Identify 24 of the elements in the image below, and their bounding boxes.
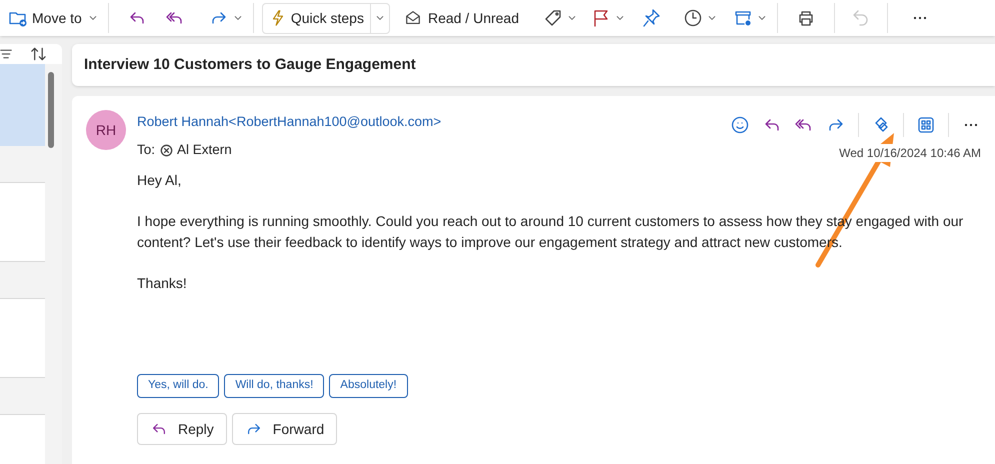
quick-steps-button[interactable]: Quick steps — [262, 2, 390, 34]
pin-icon[interactable] — [641, 8, 662, 28]
body-paragraph: Hey Al, — [137, 171, 182, 190]
sent-date: Wed 10/16/2024 10:46 AM — [839, 144, 981, 162]
smiley-icon[interactable] — [730, 115, 750, 135]
sender-link[interactable]: Robert Hannah<RobertHannah100@outlook.com> — [137, 112, 442, 132]
to-label: To: — [137, 141, 156, 160]
clock-icon[interactable] — [683, 8, 704, 28]
apps-icon[interactable] — [916, 115, 936, 135]
suggested-reply-button[interactable]: Yes, will do. — [137, 374, 220, 398]
move-to-button[interactable]: Move to — [6, 3, 84, 33]
avatar: RH — [86, 110, 126, 150]
envelope-icon — [404, 9, 422, 27]
forward-button[interactable]: Forward — [232, 413, 338, 445]
remove-icon — [160, 144, 174, 157]
recipient-chip[interactable]: Al Extern — [160, 140, 232, 160]
tag-icon[interactable] — [543, 8, 564, 28]
subject-title: Interview 10 Customers to Gauge Engagement — [84, 54, 416, 75]
suggested-reply-button[interactable]: Will do, thanks! — [224, 374, 324, 398]
suggested-reply-button[interactable]: Absolutely! — [329, 374, 408, 398]
read-unread-button[interactable]: Read / Unread — [402, 3, 522, 33]
reply-button[interactable]: Reply — [137, 413, 227, 445]
body-paragraph: Thanks! — [137, 274, 188, 293]
scrollbar-thumb[interactable] — [48, 72, 54, 148]
